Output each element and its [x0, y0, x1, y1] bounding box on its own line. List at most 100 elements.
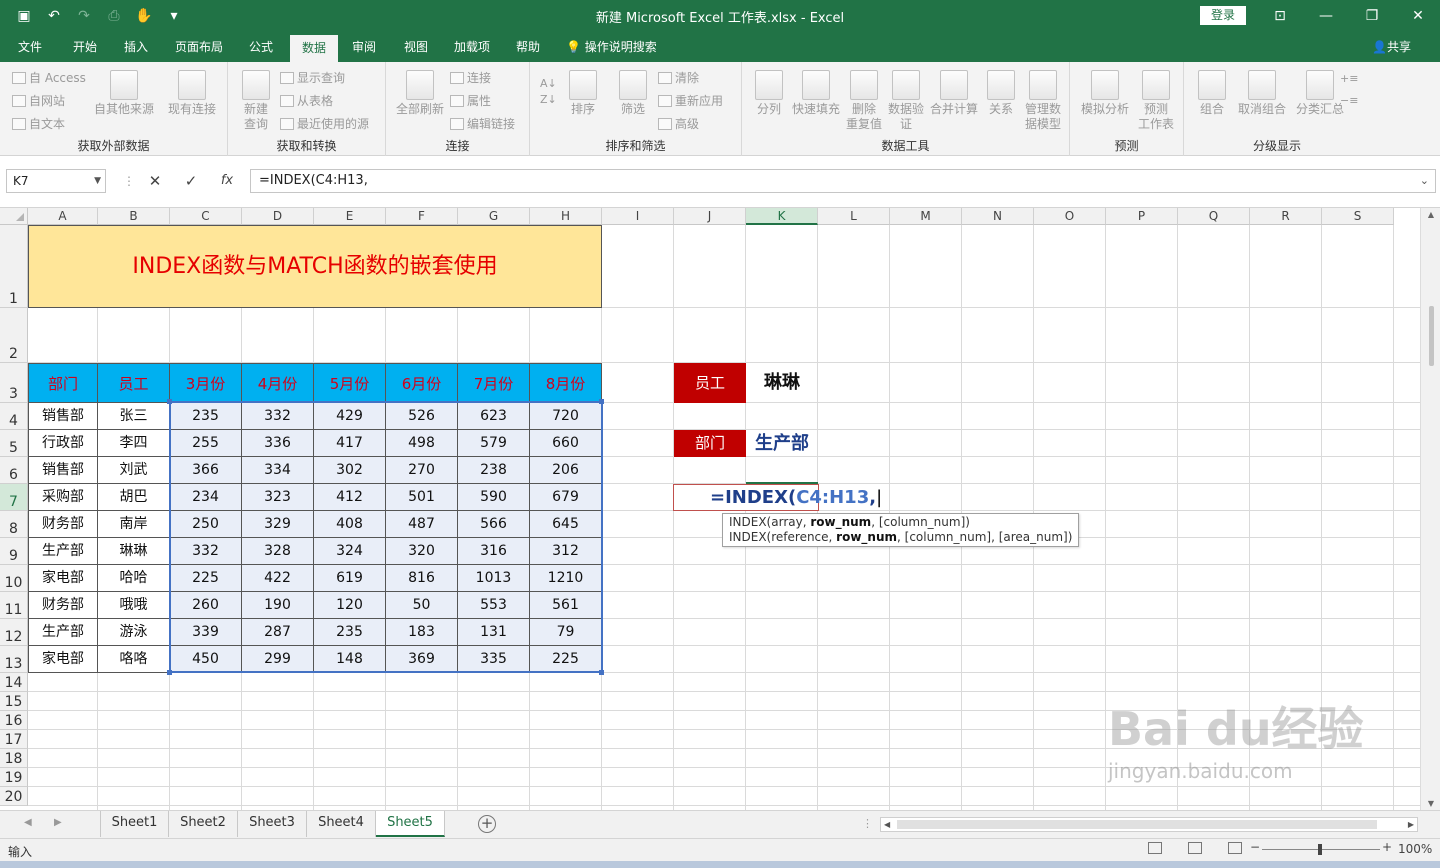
table-cell[interactable]: 422 — [242, 565, 314, 592]
table-header-cell[interactable]: 6月份 — [386, 363, 458, 403]
row-header-9[interactable]: 9 — [0, 538, 28, 565]
restore-icon[interactable]: ❐ — [1360, 4, 1384, 28]
column-header-g[interactable]: G — [458, 208, 530, 225]
column-header-m[interactable]: M — [890, 208, 962, 225]
tab-help[interactable]: 帮助 — [508, 32, 548, 62]
column-header-s[interactable]: S — [1322, 208, 1394, 225]
scroll-down-icon[interactable]: ▼ — [1421, 799, 1440, 808]
sheet-tab-3[interactable]: Sheet3 — [238, 811, 307, 837]
data-validation-button[interactable]: 数据验 证 — [886, 70, 926, 132]
table-cell[interactable]: 南岸 — [98, 511, 170, 538]
row-header-8[interactable]: 8 — [0, 511, 28, 538]
table-cell[interactable]: 417 — [314, 430, 386, 457]
range-handle[interactable] — [167, 670, 172, 675]
table-cell[interactable]: 366 — [170, 457, 242, 484]
row-header-4[interactable]: 4 — [0, 403, 28, 430]
table-cell[interactable]: 胡巴 — [98, 484, 170, 511]
table-cell[interactable]: 498 — [386, 430, 458, 457]
zoom-slider-knob[interactable] — [1318, 844, 1322, 855]
scroll-left-icon[interactable]: ◀ — [884, 818, 890, 831]
what-if-analysis-button[interactable]: 模拟分析 — [1078, 70, 1132, 117]
sheet-tab-2[interactable]: Sheet2 — [169, 811, 238, 837]
table-cell[interactable]: 312 — [530, 538, 602, 565]
table-cell[interactable]: 623 — [458, 403, 530, 430]
row-header-13[interactable]: 13 — [0, 646, 28, 673]
row-header-17[interactable]: 17 — [0, 730, 28, 749]
table-cell[interactable]: 225 — [530, 646, 602, 673]
remove-duplicates-button[interactable]: 删除 重复值 — [844, 70, 884, 132]
range-handle[interactable] — [599, 399, 604, 404]
more-dots-icon[interactable]: ⋮ — [118, 170, 140, 192]
table-cell[interactable]: 720 — [530, 403, 602, 430]
row-header-5[interactable]: 5 — [0, 430, 28, 457]
table-cell[interactable]: 235 — [314, 619, 386, 646]
hscroll-thumb[interactable] — [897, 820, 1377, 829]
table-cell[interactable]: 生产部 — [28, 538, 98, 565]
table-header-cell[interactable]: 8月份 — [530, 363, 602, 403]
consolidate-button[interactable]: 合并计算 — [928, 70, 980, 117]
table-cell[interactable]: 336 — [242, 430, 314, 457]
table-cell[interactable]: 302 — [314, 457, 386, 484]
new-query-button[interactable]: 新建 查询 — [236, 70, 276, 132]
table-cell[interactable]: 579 — [458, 430, 530, 457]
enter-check-icon[interactable]: ✓ — [180, 170, 202, 192]
table-cell[interactable]: 哈哈 — [98, 565, 170, 592]
name-box[interactable]: K7 ▼ — [6, 169, 106, 193]
row-header-14[interactable]: 14 — [0, 673, 28, 692]
show-hide-detail-icons[interactable]: +≡ −≡ — [1340, 68, 1358, 112]
table-cell[interactable]: 财务部 — [28, 592, 98, 619]
table-cell[interactable]: 566 — [458, 511, 530, 538]
expand-formula-icon[interactable]: ⌄ — [1420, 170, 1429, 192]
table-cell[interactable]: 琳琳 — [98, 538, 170, 565]
table-cell[interactable]: 487 — [386, 511, 458, 538]
table-cell[interactable]: 刘武 — [98, 457, 170, 484]
row-header-16[interactable]: 16 — [0, 711, 28, 730]
table-header-cell[interactable]: 5月份 — [314, 363, 386, 403]
table-cell[interactable]: 619 — [314, 565, 386, 592]
table-cell[interactable]: 190 — [242, 592, 314, 619]
row-header-3[interactable]: 3 — [0, 363, 28, 403]
range-handle[interactable] — [599, 670, 604, 675]
from-table-button[interactable]: 从表格 — [280, 91, 333, 111]
tooltip-line-reference[interactable]: INDEX(reference, row_num, [column_num], … — [729, 530, 1072, 545]
table-cell[interactable]: 329 — [242, 511, 314, 538]
flash-fill-button[interactable]: 快速填充 — [790, 70, 842, 117]
table-cell[interactable]: 450 — [170, 646, 242, 673]
row-header-15[interactable]: 15 — [0, 692, 28, 711]
table-cell[interactable]: 250 — [170, 511, 242, 538]
table-cell[interactable]: 120 — [314, 592, 386, 619]
chevron-down-icon[interactable]: ▼ — [94, 170, 101, 192]
column-header-q[interactable]: Q — [1178, 208, 1250, 225]
page-break-view-icon[interactable] — [1228, 842, 1242, 854]
login-button[interactable]: 登录 — [1200, 6, 1246, 25]
page-layout-view-icon[interactable] — [1188, 842, 1202, 854]
table-cell[interactable]: 429 — [314, 403, 386, 430]
column-header-i[interactable]: I — [602, 208, 674, 225]
table-cell[interactable]: 645 — [530, 511, 602, 538]
from-other-sources-button[interactable]: 自其他来源 — [94, 70, 154, 117]
vertical-scrollbar[interactable]: ▲ ▼ — [1420, 208, 1440, 810]
from-text-button[interactable]: 自文本 — [12, 114, 65, 134]
recent-sources-button[interactable]: 最近使用的源 — [280, 114, 369, 134]
row-header-19[interactable]: 19 — [0, 768, 28, 787]
table-header-cell[interactable]: 员工 — [98, 363, 170, 403]
table-cell[interactable]: 咯咯 — [98, 646, 170, 673]
table-cell[interactable]: 590 — [458, 484, 530, 511]
table-header-cell[interactable]: 部门 — [28, 363, 98, 403]
tab-view[interactable]: 视图 — [396, 32, 436, 62]
table-cell[interactable]: 323 — [242, 484, 314, 511]
tab-review[interactable]: 审阅 — [344, 32, 384, 62]
dept-label-cell[interactable]: 部门 — [674, 430, 746, 457]
tab-addins[interactable]: 加载项 — [446, 32, 498, 62]
table-cell[interactable]: 79 — [530, 619, 602, 646]
table-cell[interactable]: 家电部 — [28, 565, 98, 592]
row-header-11[interactable]: 11 — [0, 592, 28, 619]
table-cell[interactable]: 320 — [386, 538, 458, 565]
column-header-r[interactable]: R — [1250, 208, 1322, 225]
zoom-in-icon[interactable]: + — [1382, 840, 1392, 854]
close-icon[interactable]: ✕ — [1406, 4, 1430, 28]
table-cell[interactable]: 324 — [314, 538, 386, 565]
column-header-a[interactable]: A — [28, 208, 98, 225]
row-header-12[interactable]: 12 — [0, 619, 28, 646]
table-cell[interactable]: 255 — [170, 430, 242, 457]
